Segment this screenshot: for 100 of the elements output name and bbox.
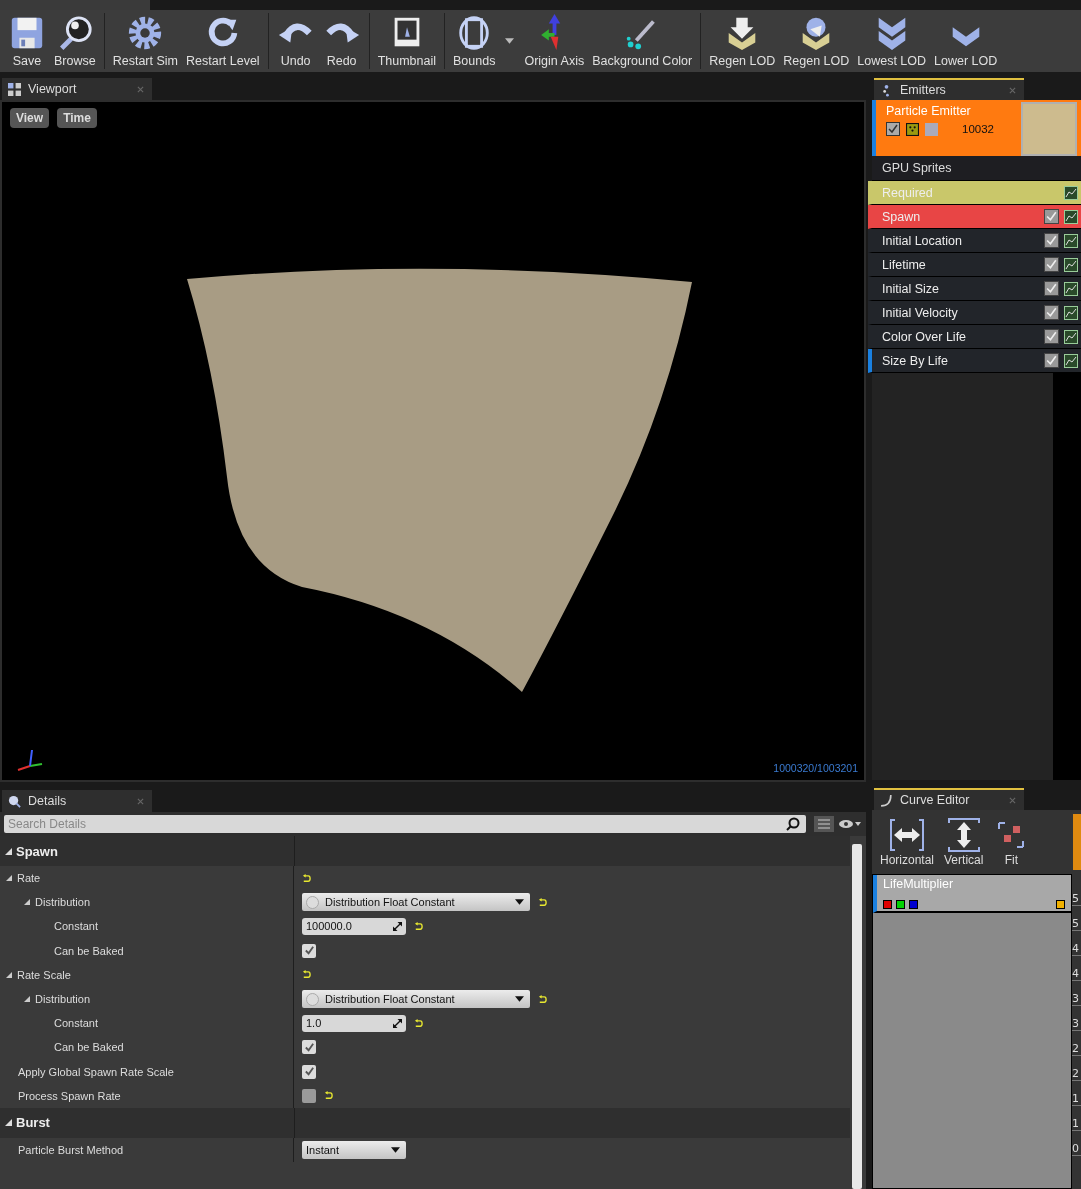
viewport-tab[interactable]: Viewport bbox=[2, 78, 152, 100]
module-checkbox[interactable] bbox=[1044, 353, 1059, 368]
viewport-menu-button[interactable]: View bbox=[10, 108, 50, 128]
module-checkbox[interactable] bbox=[1044, 233, 1059, 248]
property-label: Rate Scale bbox=[17, 968, 71, 981]
axis-label: 2 bbox=[1072, 1042, 1081, 1056]
curve-icon[interactable] bbox=[1064, 209, 1078, 224]
module-checkbox[interactable] bbox=[1044, 257, 1059, 272]
expand-arrow-icon[interactable] bbox=[24, 996, 30, 1003]
curve-icon bbox=[880, 793, 893, 807]
module-checkbox[interactable] bbox=[1044, 305, 1059, 320]
number-field[interactable]: 100000.0 bbox=[302, 917, 406, 935]
caret-icon bbox=[391, 1146, 400, 1153]
curve-icon[interactable] bbox=[1064, 305, 1078, 320]
reset-icon[interactable] bbox=[324, 1091, 333, 1101]
toolbar-button[interactable]: Lower LOD bbox=[930, 12, 1002, 70]
section-header[interactable]: Spawn bbox=[0, 836, 850, 866]
module-row[interactable]: Size By Life bbox=[868, 349, 1081, 373]
distribution-dropdown[interactable]: Distribution Float Constant bbox=[302, 990, 530, 1009]
section-header[interactable]: Burst bbox=[0, 1107, 850, 1138]
reset-icon[interactable] bbox=[414, 1018, 423, 1028]
curve-icon[interactable] bbox=[1064, 329, 1078, 344]
toolbar-button[interactable]: Redo bbox=[318, 12, 365, 70]
expand-arrow-icon[interactable] bbox=[5, 1119, 12, 1127]
toolbar-button[interactable]: Save bbox=[4, 12, 50, 70]
reset-icon[interactable] bbox=[302, 873, 311, 883]
reset-icon[interactable] bbox=[538, 994, 547, 1004]
axis-label: 1 bbox=[1072, 1117, 1081, 1131]
channel-toggle[interactable] bbox=[896, 900, 905, 909]
module-checkbox[interactable] bbox=[1044, 329, 1059, 344]
viewport-icon bbox=[8, 82, 21, 96]
drag-handle-icon[interactable] bbox=[393, 1018, 402, 1028]
checkbox[interactable] bbox=[302, 1088, 316, 1103]
curve-toolbar-button[interactable]: Vertical bbox=[942, 817, 986, 867]
toolbar-button[interactable]: Restart Level bbox=[182, 12, 264, 70]
reset-icon[interactable] bbox=[302, 970, 311, 980]
toolbar-button[interactable]: Bounds bbox=[449, 12, 500, 70]
toolbar-button[interactable]: Regen LOD bbox=[705, 12, 780, 70]
caret-icon bbox=[515, 899, 524, 906]
viewport-menu-button[interactable]: Time bbox=[57, 108, 97, 128]
toolbar-button[interactable]: Undo bbox=[272, 12, 319, 70]
property-label: Apply Global Spawn Rate Scale bbox=[18, 1065, 174, 1078]
curve-toolbar-button[interactable]: Fit bbox=[991, 817, 1032, 867]
property-label: Can be Baked bbox=[54, 944, 124, 957]
toolbar-button[interactable]: Regen LOD bbox=[779, 12, 854, 70]
curve-icon[interactable] bbox=[1064, 353, 1078, 368]
module-row[interactable]: Initial Location bbox=[868, 229, 1081, 253]
toolbar-button[interactable]: Thumbnail bbox=[373, 12, 440, 70]
checkbox[interactable] bbox=[302, 1040, 316, 1055]
expand-arrow-icon[interactable] bbox=[6, 971, 12, 978]
toolbar-button[interactable]: Origin Axis bbox=[520, 12, 589, 70]
axis-label: 5 bbox=[1072, 917, 1081, 931]
toolbar-button[interactable]: Background Color bbox=[588, 12, 697, 70]
curve-editor-tab[interactable]: Curve Editor bbox=[874, 788, 1024, 810]
module-row[interactable]: Spawn bbox=[868, 205, 1081, 229]
axis-label: 1 bbox=[1072, 1092, 1081, 1106]
axis-label: 4 bbox=[1072, 967, 1081, 981]
curve-icon[interactable] bbox=[1064, 281, 1078, 296]
property-label: Process Spawn Rate bbox=[18, 1089, 121, 1102]
dropdown-arrow-icon[interactable] bbox=[505, 38, 515, 44]
axis-label: 3 bbox=[1072, 992, 1081, 1006]
search-field[interactable]: Search Details bbox=[4, 815, 806, 833]
toolbar-button[interactable]: Restart Sim bbox=[108, 12, 182, 70]
emitters-tab[interactable]: Emitters bbox=[874, 78, 1024, 100]
distribution-dropdown[interactable]: Distribution Float Constant bbox=[302, 893, 530, 912]
channel-toggle[interactable] bbox=[883, 900, 892, 909]
toolbar-button[interactable]: Lowest LOD bbox=[853, 12, 931, 70]
emitter-header[interactable]: Particle Emitter 10032 bbox=[872, 100, 1081, 156]
expand-arrow-icon[interactable] bbox=[6, 875, 12, 882]
vertical-icon bbox=[945, 817, 982, 853]
dots-icon[interactable] bbox=[906, 122, 919, 136]
curve-icon[interactable] bbox=[1064, 233, 1078, 248]
drag-handle-icon[interactable] bbox=[393, 921, 402, 931]
module-row[interactable]: Initial Size bbox=[868, 277, 1081, 301]
property-label: Distribution bbox=[35, 993, 91, 1006]
curve-key-toggle[interactable] bbox=[1056, 900, 1065, 909]
expand-arrow-icon[interactable] bbox=[5, 847, 12, 855]
axis-label: 0 bbox=[1072, 1142, 1081, 1156]
scrollbar[interactable] bbox=[852, 844, 862, 1189]
checkbox[interactable] bbox=[302, 1064, 316, 1079]
module-checkbox[interactable] bbox=[1044, 209, 1059, 224]
channel-toggle[interactable] bbox=[909, 900, 918, 909]
details-tab[interactable]: Details bbox=[2, 790, 152, 812]
toolbar-button[interactable]: Browse bbox=[50, 12, 100, 70]
enable-checkbox[interactable] bbox=[886, 122, 900, 136]
eye-icon[interactable] bbox=[838, 818, 862, 830]
reset-icon[interactable] bbox=[538, 897, 547, 907]
reset-icon[interactable] bbox=[414, 921, 423, 931]
axis-label: 3 bbox=[1072, 1017, 1081, 1031]
expand-arrow-icon[interactable] bbox=[24, 899, 30, 906]
burst-method-dropdown[interactable]: Instant bbox=[302, 1140, 406, 1159]
module-row[interactable]: Initial Velocity bbox=[868, 301, 1081, 325]
curve-icon[interactable] bbox=[1064, 257, 1078, 272]
checkbox[interactable] bbox=[302, 943, 316, 958]
module-row[interactable]: Color Over Life bbox=[868, 325, 1081, 349]
number-field[interactable]: 1.0 bbox=[302, 1014, 406, 1032]
curve-toolbar-button[interactable]: Horizontal bbox=[878, 817, 937, 867]
curve-icon[interactable] bbox=[1064, 185, 1078, 200]
module-checkbox[interactable] bbox=[1044, 281, 1059, 296]
module-row[interactable]: Lifetime bbox=[868, 253, 1081, 277]
